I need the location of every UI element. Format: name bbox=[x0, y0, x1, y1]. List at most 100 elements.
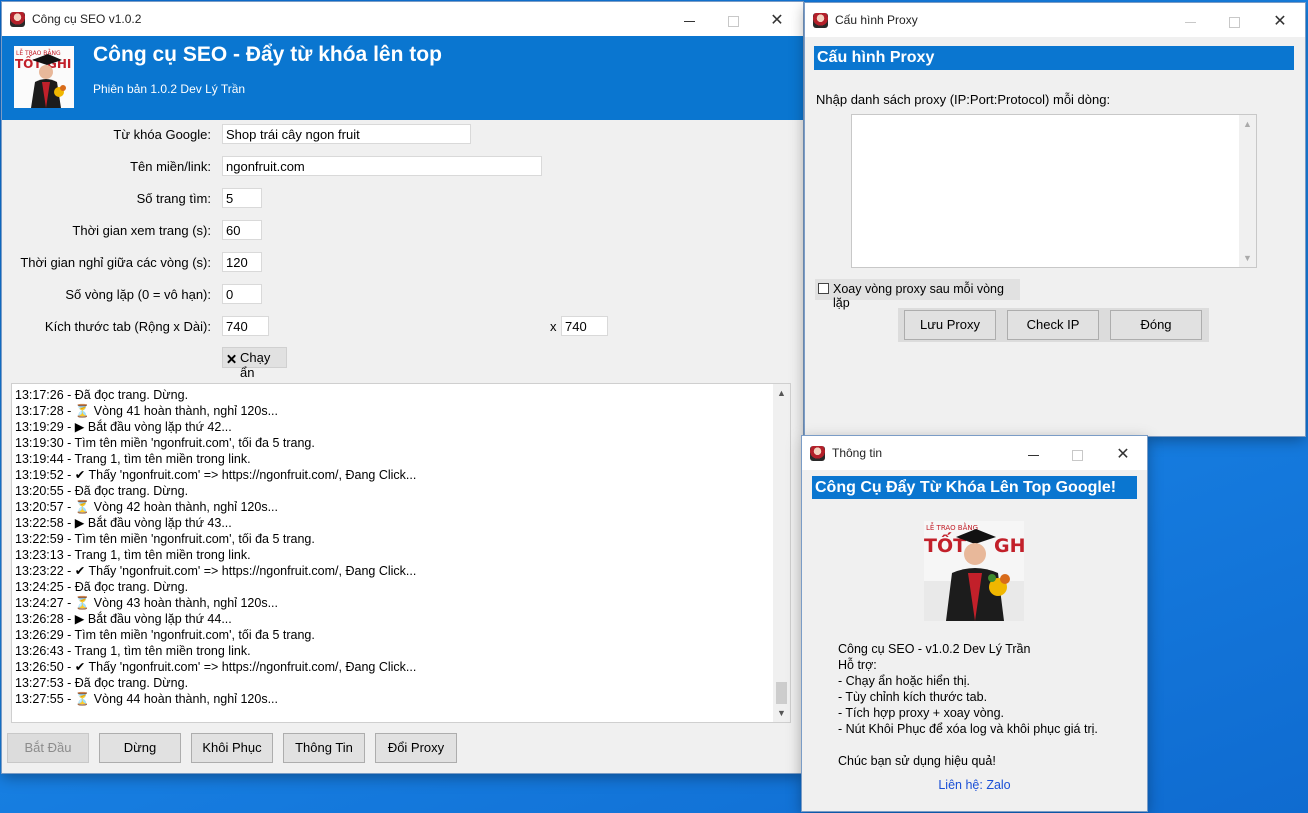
loops-label: Số vòng lặp (0 = vô hạn): bbox=[65, 287, 211, 302]
tab-size-label: Kích thước tab (Rộng x Dài): bbox=[44, 319, 211, 334]
keyword-input[interactable]: Shop trái cây ngon fruit bbox=[222, 124, 471, 144]
minimize-icon[interactable] bbox=[667, 8, 711, 32]
view-time-input[interactable]: 60 bbox=[222, 220, 262, 240]
svg-text:TỐT: TỐT bbox=[924, 531, 966, 557]
minimize-icon bbox=[1168, 9, 1212, 33]
rest-time-label: Thời gian nghỉ giữa các vòng (s): bbox=[20, 255, 211, 270]
info-button[interactable]: Thông Tin bbox=[283, 733, 365, 763]
proxy-scrollbar[interactable]: ▲ ▼ bbox=[1239, 115, 1256, 267]
proxy-instruction: Nhập danh sách proxy (IP:Port:Protocol) … bbox=[816, 92, 1111, 107]
app-icon bbox=[810, 446, 825, 461]
log-line: 13:27:53 - Đã đọc trang. Dừng. bbox=[15, 676, 189, 690]
svg-text:LỄ TRAO BẰNG: LỄ TRAO BẰNG bbox=[926, 522, 978, 532]
scroll-up-icon[interactable]: ▲ bbox=[773, 388, 790, 398]
loops-input[interactable]: 0 bbox=[222, 284, 262, 304]
log-line: 13:20:55 - Đã đọc trang. Dừng. bbox=[15, 484, 189, 498]
tab-width-input[interactable]: 740 bbox=[222, 316, 269, 336]
info-line-3: - Chạy ẩn hoặc hiển thị. bbox=[838, 674, 971, 688]
header-subtitle: Phiên bản 1.0.2 Dev Lý Trần bbox=[93, 82, 246, 96]
save-proxy-button[interactable]: Lưu Proxy bbox=[904, 310, 996, 340]
log-line: 13:23:13 - Trang 1, tìm tên miền trong l… bbox=[15, 548, 251, 562]
log-line: 13:19:52 - ✔ Thấy 'ngonfruit.com' => htt… bbox=[15, 468, 417, 482]
log-line: 13:22:59 - Tìm tên miền 'ngonfruit.com',… bbox=[15, 532, 315, 546]
minimize-icon[interactable] bbox=[1011, 442, 1055, 466]
main-titlebar[interactable]: Công cụ SEO v1.0.2 ✕ bbox=[2, 2, 803, 36]
close-icon[interactable]: ✕ bbox=[1258, 9, 1302, 33]
log-line: 13:22:58 - ▶ Bắt đầu vòng lặp thứ 43... bbox=[15, 516, 232, 530]
log-line: 13:19:44 - Trang 1, tìm tên miền trong l… bbox=[15, 452, 251, 466]
proxy-button-group: Lưu Proxy Check IP Đóng bbox=[898, 308, 1209, 342]
proxy-list-textarea[interactable]: ▲ ▼ bbox=[851, 114, 1257, 268]
close-icon[interactable]: ✕ bbox=[1101, 442, 1145, 466]
scroll-up-icon[interactable]: ▲ bbox=[1239, 119, 1256, 129]
info-closing: Chúc bạn sử dụng hiệu quả! bbox=[838, 754, 996, 768]
maximize-icon bbox=[1212, 9, 1256, 33]
header-title: Công cụ SEO - Đẩy từ khóa lên top bbox=[93, 43, 442, 66]
contact-link[interactable]: Liên hệ: Zalo bbox=[802, 778, 1147, 792]
domain-input[interactable]: ngonfruit.com bbox=[222, 156, 542, 176]
log-line: 13:24:25 - Đã đọc trang. Dừng. bbox=[15, 580, 189, 594]
tab-size-separator: x bbox=[550, 319, 557, 334]
restore-button[interactable]: Khôi Phục bbox=[191, 733, 273, 763]
view-time-label: Thời gian xem trang (s): bbox=[72, 223, 211, 238]
main-window-title: Công cụ SEO v1.0.2 bbox=[32, 12, 142, 26]
domain-label: Tên miền/link: bbox=[130, 159, 211, 174]
author-photo: LỄ TRAO BẰNG TỐT GHI bbox=[924, 521, 1024, 621]
main-window: Công cụ SEO v1.0.2 ✕ LỄ TRAO BẰNG TỐT GH… bbox=[2, 2, 803, 773]
scroll-thumb[interactable] bbox=[776, 682, 787, 704]
info-header: Công Cụ Đẩy Từ Khóa Lên Top Google! bbox=[812, 476, 1137, 499]
header-banner: LỄ TRAO BẰNG TỐT GHI Công cụ SEO - Đẩy t… bbox=[2, 36, 803, 120]
log-textarea[interactable]: 13:17:26 - Đã đọc trang. Dừng. 13:17:28 -… bbox=[11, 383, 791, 723]
log-line: 13:17:26 - Đã đọc trang. Dừng. bbox=[15, 388, 189, 402]
log-line: 13:19:29 - ▶ Bắt đầu vòng lặp thứ 42... bbox=[15, 420, 232, 434]
proxy-titlebar[interactable]: Cấu hình Proxy ✕ bbox=[805, 3, 1305, 37]
log-line: 13:26:28 - ▶ Bắt đầu vòng lặp thứ 44... bbox=[15, 612, 232, 626]
start-button[interactable]: Bắt Đầu bbox=[7, 733, 89, 763]
tab-height-input[interactable]: 740 bbox=[561, 316, 608, 336]
checkbox-unchecked-icon bbox=[818, 283, 829, 294]
app-icon bbox=[10, 12, 25, 27]
log-lines: 13:17:26 - Đã đọc trang. Dừng. 13:17:28 -… bbox=[15, 387, 770, 707]
info-line-1: Công cụ SEO - v1.0.2 Dev Lý Trần bbox=[838, 642, 1031, 656]
hide-checkbox-label: Chạy ẩn bbox=[240, 350, 271, 380]
close-proxy-button[interactable]: Đóng bbox=[1110, 310, 1202, 340]
pages-input[interactable]: 5 bbox=[222, 188, 262, 208]
proxy-window: Cấu hình Proxy ✕ Cấu hình Proxy Nhập dan… bbox=[805, 3, 1305, 436]
keyword-label: Từ khóa Google: bbox=[113, 127, 211, 142]
avatar-logo: LỄ TRAO BẰNG TỐT GHI bbox=[14, 46, 74, 108]
log-line: 13:19:30 - Tìm tên miền 'ngonfruit.com',… bbox=[15, 436, 315, 450]
rotate-proxy-label: Xoay vòng proxy sau mỗi vòng lặp bbox=[833, 282, 1004, 310]
maximize-icon bbox=[1055, 442, 1099, 466]
info-line-4: - Tùy chỉnh kích thước tab. bbox=[838, 690, 988, 704]
info-window-title: Thông tin bbox=[832, 446, 883, 460]
checkbox-checked-icon: 🗙 bbox=[227, 351, 237, 365]
info-line-5: - Tích hợp proxy + xoay vòng. bbox=[838, 706, 1005, 720]
scroll-down-icon[interactable]: ▼ bbox=[1239, 253, 1256, 263]
info-line-2: Hỗ trợ: bbox=[838, 658, 877, 672]
log-line: 13:23:22 - ✔ Thấy 'ngonfruit.com' => htt… bbox=[15, 564, 417, 578]
maximize-icon bbox=[711, 8, 755, 32]
log-line: 13:26:29 - Tìm tên miền 'ngonfruit.com',… bbox=[15, 628, 315, 642]
svg-text:TỐT: TỐT bbox=[15, 54, 42, 71]
close-icon[interactable]: ✕ bbox=[755, 8, 799, 32]
app-icon bbox=[813, 13, 828, 28]
svg-text:LỄ TRAO BẰNG: LỄ TRAO BẰNG bbox=[16, 49, 61, 57]
log-line: 13:17:28 - ⏳ Vòng 41 hoàn thành, nghỉ 12… bbox=[15, 404, 278, 418]
rotate-proxy-checkbox[interactable]: Xoay vòng proxy sau mỗi vòng lặp bbox=[815, 279, 1020, 310]
scroll-down-icon[interactable]: ▼ bbox=[773, 708, 790, 718]
log-line: 13:26:50 - ✔ Thấy 'ngonfruit.com' => htt… bbox=[15, 660, 417, 674]
pages-label: Số trang tìm: bbox=[136, 191, 211, 206]
rest-time-input[interactable]: 120 bbox=[222, 252, 262, 272]
svg-text:GHI: GHI bbox=[994, 535, 1024, 557]
info-window: Thông tin ✕ Công Cụ Đẩy Từ Khóa Lên Top … bbox=[802, 436, 1147, 811]
log-line: 13:24:27 - ⏳ Vòng 43 hoàn thành, nghỉ 12… bbox=[15, 596, 278, 610]
check-ip-button[interactable]: Check IP bbox=[1007, 310, 1099, 340]
log-line: 13:20:57 - ⏳ Vòng 42 hoàn thành, nghỉ 12… bbox=[15, 500, 278, 514]
hide-checkbox[interactable]: 🗙 Chạy ẩn bbox=[222, 347, 287, 380]
proxy-button[interactable]: Đổi Proxy bbox=[375, 733, 457, 763]
log-scrollbar[interactable]: ▲ ▼ bbox=[773, 384, 790, 722]
info-titlebar[interactable]: Thông tin ✕ bbox=[802, 436, 1147, 470]
stop-button[interactable]: Dừng bbox=[99, 733, 181, 763]
proxy-window-title: Cấu hình Proxy bbox=[835, 13, 918, 27]
proxy-header: Cấu hình Proxy bbox=[814, 46, 1294, 70]
